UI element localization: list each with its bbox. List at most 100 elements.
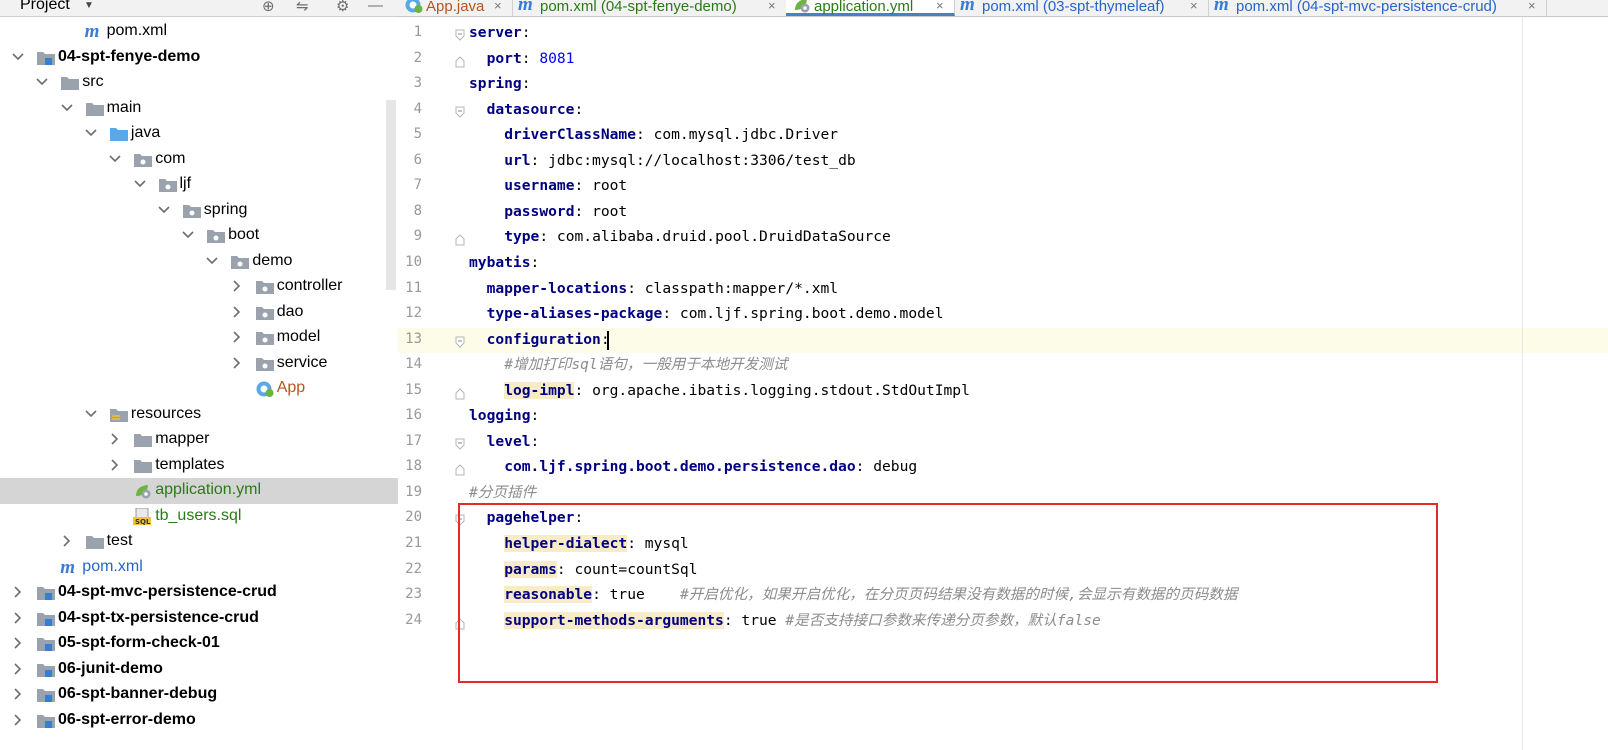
line-number: 11 — [405, 279, 422, 296]
close-icon[interactable]: × — [1528, 0, 1536, 13]
fold-end-icon[interactable] — [454, 463, 466, 476]
code-line[interactable]: mapper-locations: classpath:mapper/*.xml — [487, 276, 838, 301]
code-line[interactable]: url: jdbc:mysql://localhost:3306/test_db — [504, 148, 855, 173]
tree-item-application-yml[interactable]: application.yml — [0, 478, 398, 504]
tree-item-model[interactable]: model — [0, 325, 398, 351]
chevron-right-icon[interactable] — [230, 330, 244, 344]
editor-tab-app-java[interactable]: App.java × — [398, 0, 513, 16]
editor-tab-pom-xml-04-spt-fenye-demo-[interactable]: m pom.xml (04-spt-fenye-demo) × — [512, 0, 787, 16]
tree-item-mapper[interactable]: mapper — [0, 427, 398, 453]
tree-item-06-junit-demo[interactable]: 06-junit-demo — [0, 657, 398, 683]
chevron-down-icon[interactable] — [157, 203, 171, 217]
chevron-down-icon[interactable] — [11, 50, 25, 64]
tree-item-pom-xml[interactable]: m pom.xml — [0, 19, 398, 45]
chevron-right-icon[interactable] — [11, 687, 25, 701]
package-icon — [182, 202, 202, 220]
code-line[interactable]: com.ljf.spring.boot.demo.persistence.dao… — [504, 454, 917, 479]
chevron-right-icon[interactable] — [230, 356, 244, 370]
tree-item-04-spt-fenye-demo[interactable]: 04-spt-fenye-demo — [0, 45, 398, 71]
chevron-down-icon[interactable] — [108, 152, 122, 166]
chevron-right-icon[interactable] — [11, 611, 25, 625]
tree-item-resources[interactable]: resources — [0, 402, 398, 428]
project-view-title[interactable]: Project — [20, 0, 70, 14]
code-line[interactable]: type-aliases-package: com.ljf.spring.boo… — [487, 301, 944, 326]
tree-item-04-spt-tx-persistence-crud[interactable]: 04-spt-tx-persistence-crud — [0, 606, 398, 632]
close-icon[interactable]: × — [936, 0, 944, 13]
tree-item-controller[interactable]: controller — [0, 274, 398, 300]
tree-item-main[interactable]: main — [0, 96, 398, 122]
tree-item-05-spt-form-check-01[interactable]: 05-spt-form-check-01 — [0, 631, 398, 657]
gear-icon[interactable]: ⚙ — [336, 0, 349, 15]
tree-item-spring[interactable]: spring — [0, 198, 398, 224]
tree-item-06-spt-banner-debug[interactable]: 06-spt-banner-debug — [0, 682, 398, 708]
tree-item-04-spt-mvc-persistence-crud[interactable]: 04-spt-mvc-persistence-crud — [0, 580, 398, 606]
fold-end-icon[interactable] — [454, 233, 466, 246]
code-line[interactable]: #增加打印sql语句，一般用于本地开发测试 — [504, 352, 787, 377]
tree-item-com[interactable]: com — [0, 147, 398, 173]
tree-item-src[interactable]: src — [0, 70, 398, 96]
chevron-right-icon[interactable] — [60, 534, 74, 548]
tree-item-pom-xml[interactable]: m pom.xml — [0, 555, 398, 581]
tree-item-app[interactable]: App — [0, 376, 398, 402]
code-line[interactable]: spring: — [469, 71, 531, 96]
chevron-down-icon[interactable] — [84, 126, 98, 140]
tree-item-service[interactable]: service — [0, 351, 398, 377]
chevron-down-icon[interactable] — [60, 101, 74, 115]
chevron-down-icon[interactable] — [133, 177, 147, 191]
code-line[interactable]: server: — [469, 20, 531, 45]
editor-tab-pom-xml-03-spt-thymeleaf-[interactable]: m pom.xml (03-spt-thymeleaf) × — [954, 0, 1209, 16]
chevron-right-icon[interactable] — [11, 585, 25, 599]
chevron-right-icon[interactable] — [230, 279, 244, 293]
code-line[interactable]: logging: — [469, 403, 539, 428]
code-line[interactable]: level: — [487, 429, 540, 454]
chevron-down-icon[interactable] — [181, 228, 195, 242]
chevron-down-icon[interactable] — [84, 407, 98, 421]
editor-tab-application-yml[interactable]: application.yml × — [786, 0, 955, 16]
code-line[interactable]: #分页插件 — [469, 480, 536, 505]
code-line[interactable]: port: 8081 — [487, 46, 575, 71]
locate-icon[interactable]: ⊕ — [262, 0, 275, 15]
code-line[interactable]: type: com.alibaba.druid.pool.DruidDataSo… — [504, 224, 891, 249]
project-scrollbar[interactable] — [386, 100, 396, 290]
tree-item-templates[interactable]: templates — [0, 453, 398, 479]
close-icon[interactable]: × — [494, 0, 502, 13]
tree-item-test[interactable]: test — [0, 529, 398, 555]
chevron-right-icon[interactable] — [108, 458, 122, 472]
tree-item-tb-users-sql[interactable]: SQL tb_users.sql — [0, 504, 398, 530]
fold-open-icon[interactable] — [454, 28, 466, 41]
chevron-right-icon[interactable] — [11, 636, 25, 650]
code-line[interactable]: configuration: — [487, 327, 610, 352]
code-line[interactable]: datasource: — [487, 97, 584, 122]
chevron-down-icon[interactable]: ▼ — [84, 0, 94, 11]
tree-item-java[interactable]: java — [0, 121, 398, 147]
fold-open-icon[interactable] — [454, 105, 466, 118]
tree-item-boot[interactable]: boot — [0, 223, 398, 249]
chevron-down-icon[interactable] — [35, 75, 49, 89]
collapse-all-icon[interactable]: ⇋ — [296, 0, 309, 15]
chevron-right-icon[interactable] — [11, 662, 25, 676]
chevron-down-icon[interactable] — [205, 254, 219, 268]
fold-end-icon[interactable] — [454, 55, 466, 68]
tree-item-label: 06-junit-demo — [58, 659, 163, 677]
yaml-value: org.apache.ibatis.logging.stdout.StdOutI… — [592, 381, 970, 399]
code-line[interactable]: mybatis: — [469, 250, 539, 275]
code-line[interactable]: password: root — [504, 199, 627, 224]
editor-tab-pom-xml-04-spt-mvc-persistence-crud-[interactable]: m pom.xml (04-spt-mvc-persistence-crud) × — [1208, 0, 1547, 16]
tree-item-label: 05-spt-form-check-01 — [58, 634, 220, 651]
code-line[interactable]: log-impl: org.apache.ibatis.logging.stdo… — [504, 378, 970, 403]
fold-end-icon[interactable] — [454, 387, 466, 400]
fold-open-icon[interactable] — [454, 437, 466, 450]
code-line[interactable]: username: root — [504, 173, 627, 198]
hide-icon[interactable]: — — [368, 0, 383, 14]
tree-item-dao[interactable]: dao — [0, 300, 398, 326]
chevron-right-icon[interactable] — [108, 432, 122, 446]
fold-open-icon[interactable] — [454, 335, 466, 348]
tree-item-demo[interactable]: demo — [0, 249, 398, 275]
close-icon[interactable]: × — [768, 0, 776, 13]
code-line[interactable]: driverClassName: com.mysql.jdbc.Driver — [504, 122, 838, 147]
tree-item-ljf[interactable]: ljf — [0, 172, 398, 198]
chevron-right-icon[interactable] — [230, 305, 244, 319]
close-icon[interactable]: × — [1190, 0, 1198, 13]
tree-item-06-spt-error-demo[interactable]: 06-spt-error-demo — [0, 708, 398, 734]
chevron-right-icon[interactable] — [11, 713, 25, 727]
